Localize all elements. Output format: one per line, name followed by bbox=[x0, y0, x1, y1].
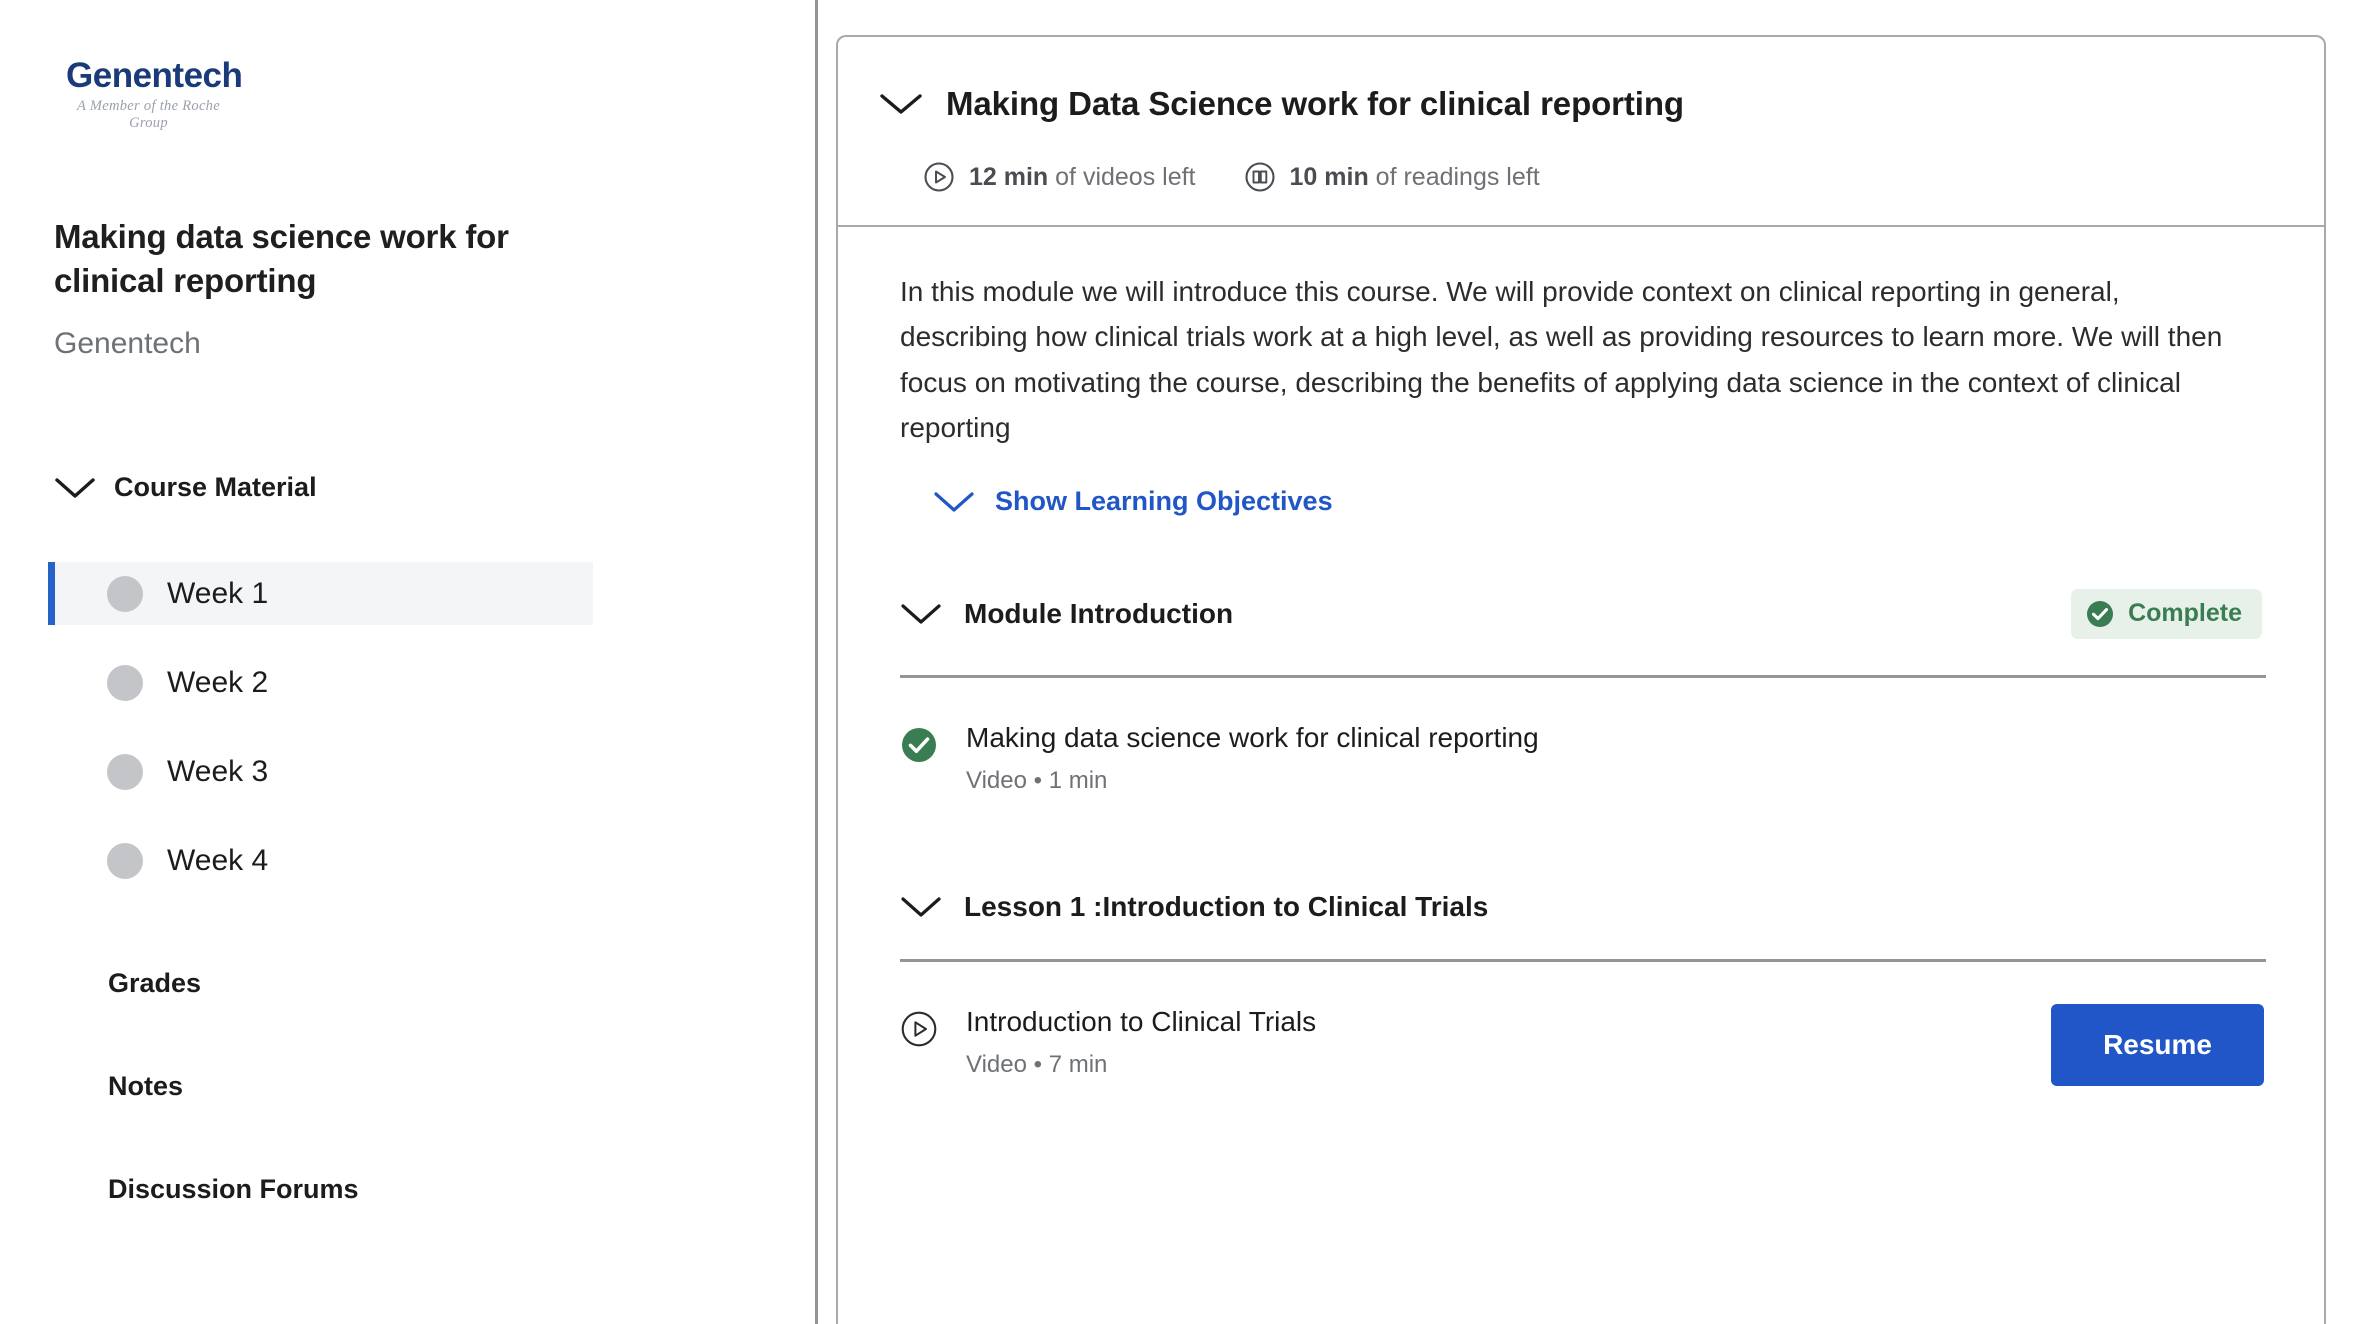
section-title: Module Introduction bbox=[964, 597, 1234, 629]
page-title: Making data science work for clinical re… bbox=[54, 218, 509, 299]
sidebar-item-week-1[interactable]: Week 1 bbox=[48, 562, 593, 625]
list-item-text: Introduction to Clinical Trials Video • … bbox=[966, 1004, 1316, 1079]
section-title: Lesson 1 :Introduction to Clinical Trial… bbox=[964, 890, 1489, 922]
section-toggle[interactable]: Lesson 1 :Introduction to Clinical Trial… bbox=[900, 891, 1488, 923]
sidebar-item-week-4[interactable]: Week 4 bbox=[48, 829, 593, 892]
module-card-body: In this module we will introduce this co… bbox=[838, 227, 2324, 1086]
genentech-logo: Genentech A Member of the Roche Group bbox=[66, 58, 326, 132]
section-toggle[interactable]: Module Introduction bbox=[900, 598, 1233, 630]
chevron-down-icon bbox=[54, 476, 96, 500]
chevron-down-icon bbox=[933, 490, 975, 514]
week-list: Week 1 Week 2 Week 3 Week 4 bbox=[48, 562, 593, 918]
week-status-dot bbox=[107, 575, 143, 612]
videos-left-meta: 12 min of videos left bbox=[923, 161, 1196, 193]
section-divider bbox=[900, 958, 2266, 962]
week-status-dot bbox=[107, 664, 143, 701]
book-circle-icon bbox=[1244, 161, 1276, 193]
show-learning-objectives-label: Show Learning Objectives bbox=[995, 486, 1333, 517]
status-badge-label: Complete bbox=[2128, 599, 2242, 628]
check-circle-icon bbox=[2085, 599, 2115, 629]
list-item[interactable]: Introduction to Clinical Trials Video • … bbox=[900, 1003, 2266, 1086]
chevron-down-icon bbox=[878, 91, 924, 117]
sidebar-item-label: Week 4 bbox=[167, 843, 269, 877]
list-item-title: Making data science work for clinical re… bbox=[966, 721, 1539, 753]
course-organization: Genentech bbox=[54, 327, 201, 360]
list-item-subtitle: Video • 1 min bbox=[966, 766, 1108, 794]
sidebar-item-week-2[interactable]: Week 2 bbox=[48, 651, 593, 714]
sidebar-item-label: Week 3 bbox=[167, 754, 269, 788]
sidebar-item-discussion-forums[interactable]: Discussion Forums bbox=[108, 1174, 359, 1205]
section-lesson-1: Lesson 1 :Introduction to Clinical Trial… bbox=[900, 891, 2266, 1086]
module-card-header: Making Data Science work for clinical re… bbox=[838, 37, 2324, 225]
sidebar-section-course-material[interactable]: Course Material bbox=[54, 472, 317, 503]
list-item-content: Making data science work for clinical re… bbox=[900, 720, 1539, 795]
list-item-title: Introduction to Clinical Trials bbox=[966, 1005, 1317, 1037]
sidebar-nav: Grades Notes Discussion Forums bbox=[108, 968, 359, 1277]
module-card: Making Data Science work for clinical re… bbox=[836, 35, 2326, 1324]
play-circle-outline-icon[interactable] bbox=[900, 1010, 938, 1048]
sidebar: Genentech A Member of the Roche Group Ma… bbox=[0, 0, 818, 1324]
logo-tagline: A Member of the Roche Group bbox=[77, 98, 220, 131]
list-item-content: Introduction to Clinical Trials Video • … bbox=[900, 1004, 1316, 1079]
module-description: In this module we will introduce this co… bbox=[900, 276, 2223, 444]
chevron-down-icon bbox=[900, 895, 942, 919]
sidebar-item-week-3[interactable]: Week 3 bbox=[48, 740, 593, 803]
chevron-down-icon bbox=[900, 602, 942, 626]
main-content: Making Data Science work for clinical re… bbox=[818, 0, 2374, 1324]
videos-left-value: 12 min bbox=[969, 162, 1049, 191]
module-title: Making Data Science work for clinical re… bbox=[946, 85, 1684, 122]
check-circle-filled-icon bbox=[900, 726, 938, 764]
readings-left-suffix: of readings left bbox=[1368, 162, 1540, 191]
sidebar-section-label: Course Material bbox=[114, 472, 317, 502]
week-status-dot bbox=[107, 753, 143, 790]
videos-left-suffix: of videos left bbox=[1048, 162, 1196, 191]
show-learning-objectives-link[interactable]: Show Learning Objectives bbox=[933, 486, 1333, 517]
module-title-row[interactable]: Making Data Science work for clinical re… bbox=[838, 85, 2324, 123]
sidebar-item-label: Week 1 bbox=[167, 576, 269, 610]
list-item-text: Making data science work for clinical re… bbox=[966, 720, 1539, 795]
readings-left-value: 10 min bbox=[1289, 162, 1369, 191]
list-item[interactable]: Making data science work for clinical re… bbox=[900, 720, 2266, 795]
module-meta-row: 12 min of videos left 10 min of readings… bbox=[838, 161, 2324, 193]
sidebar-item-label: Week 2 bbox=[167, 665, 269, 699]
list-item-subtitle: Video • 7 min bbox=[966, 1050, 1108, 1078]
status-badge: Complete bbox=[2071, 588, 2262, 639]
resume-button[interactable]: Resume bbox=[2051, 1003, 2264, 1086]
logo-wordmark: Genentech bbox=[66, 56, 243, 95]
readings-left-text: 10 min of readings left bbox=[1290, 163, 1540, 192]
section-divider bbox=[900, 674, 2266, 678]
section-header-row: Lesson 1 :Introduction to Clinical Trial… bbox=[900, 891, 2266, 923]
course-page: Genentech A Member of the Roche Group Ma… bbox=[0, 0, 2374, 1324]
play-circle-icon bbox=[923, 161, 955, 193]
videos-left-text: 12 min of videos left bbox=[969, 163, 1196, 192]
readings-left-meta: 10 min of readings left bbox=[1244, 161, 1540, 193]
sidebar-item-grades[interactable]: Grades bbox=[108, 968, 359, 999]
week-status-dot bbox=[107, 842, 143, 879]
sidebar-item-notes[interactable]: Notes bbox=[108, 1071, 359, 1102]
section-module-introduction: Module Introduction Complete Making data… bbox=[900, 588, 2266, 795]
section-header-row: Module Introduction Complete bbox=[900, 588, 2266, 639]
